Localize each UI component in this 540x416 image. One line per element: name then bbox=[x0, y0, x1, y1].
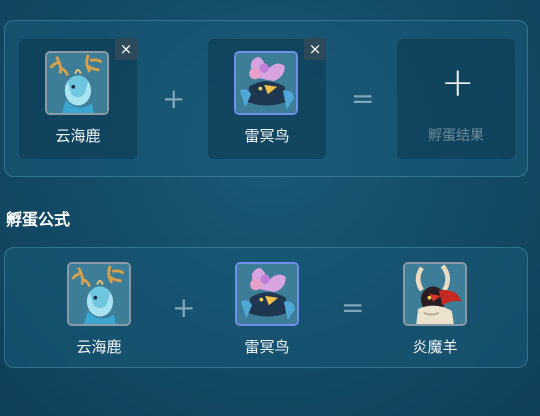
formula-panel[interactable]: 云海鹿 + 雷冥鸟 = 炎魔羊 bbox=[4, 247, 528, 368]
leiming-niao-icon bbox=[237, 264, 297, 324]
formula-equals-icon: = bbox=[341, 291, 365, 324]
yunhailu-icon bbox=[47, 53, 107, 113]
leiming-niao-portrait bbox=[234, 51, 298, 115]
add-icon: + bbox=[441, 60, 475, 106]
result-slot[interactable]: + 孵蛋结果 bbox=[397, 39, 515, 159]
yunhailu-portrait bbox=[45, 51, 109, 115]
formula-plus-icon: + bbox=[172, 291, 196, 324]
equals-icon: = bbox=[351, 82, 375, 115]
formula-yunhailu-portrait bbox=[67, 262, 131, 326]
formula-result-name: 炎魔羊 bbox=[412, 338, 458, 356]
yunhailu-icon bbox=[69, 264, 129, 324]
formula-leiming-niao-portrait bbox=[235, 262, 299, 326]
remove-parent2-button[interactable]: × bbox=[304, 38, 326, 60]
yanmoyang-icon bbox=[405, 264, 465, 324]
formula-parent1-name: 云海鹿 bbox=[76, 338, 122, 356]
parent2-name: 雷冥鸟 bbox=[244, 127, 290, 145]
breeding-panel: 云海鹿 × + 雷冥鸟 × = + 孵蛋结果 bbox=[4, 20, 528, 177]
leiming-niao-icon bbox=[236, 53, 296, 113]
formula-parent2-name: 雷冥鸟 bbox=[244, 338, 290, 356]
formula-yanmoyang-portrait bbox=[403, 262, 467, 326]
formula-section-title: 孵蛋公式 bbox=[6, 210, 71, 229]
remove-parent1-button[interactable]: × bbox=[115, 38, 137, 60]
result-label: 孵蛋结果 bbox=[428, 128, 484, 144]
parent1-name: 云海鹿 bbox=[55, 127, 101, 145]
plus-icon: + bbox=[162, 82, 186, 115]
